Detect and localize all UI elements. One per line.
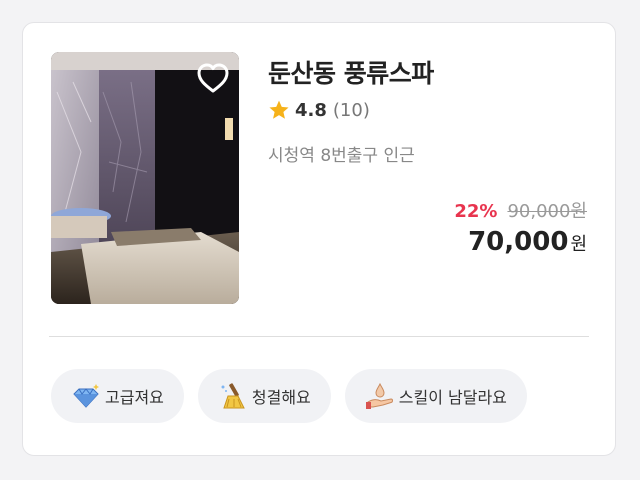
review-tags: 고급져요 청결해요 스킬이 남달라요 xyxy=(51,369,527,423)
tag-skill[interactable]: 스킬이 남달라요 xyxy=(344,369,527,423)
tag-label: 청결해요 xyxy=(251,388,311,407)
diamond-icon xyxy=(73,384,99,408)
tag-clean[interactable]: 청결해요 xyxy=(197,369,331,423)
tag-label: 스킬이 남달라요 xyxy=(398,388,507,407)
review-count: (10) xyxy=(332,99,370,121)
heart-outline-icon[interactable] xyxy=(195,60,231,96)
final-price-amount: 70,000 xyxy=(468,227,569,257)
final-price: 70,000 원 xyxy=(468,227,587,257)
tag-label: 고급져요 xyxy=(105,388,164,407)
spa-name[interactable]: 둔산동 풍류스파 xyxy=(268,54,434,90)
location-text: 시청역 8번출구 인근 xyxy=(268,146,415,166)
discount-row: 22% 90,000원 xyxy=(454,197,587,223)
massage-hand-icon xyxy=(365,382,393,409)
final-price-currency: 원 xyxy=(570,234,587,255)
rating-summary: 4.8 (10) xyxy=(268,99,370,121)
spa-listing-card[interactable]: 둔산동 풍류스파 4.8 (10) 시청역 8번출구 인근 22% 90,000… xyxy=(22,22,616,456)
original-price: 90,000원 xyxy=(507,201,587,222)
spa-photo[interactable] xyxy=(51,52,239,304)
star-icon xyxy=(269,100,289,119)
divider xyxy=(49,336,589,337)
broom-icon xyxy=(221,383,245,409)
rating-score: 4.8 xyxy=(295,99,327,121)
discount-rate: 22% xyxy=(454,201,498,222)
tag-luxury[interactable]: 고급져요 xyxy=(51,369,184,423)
